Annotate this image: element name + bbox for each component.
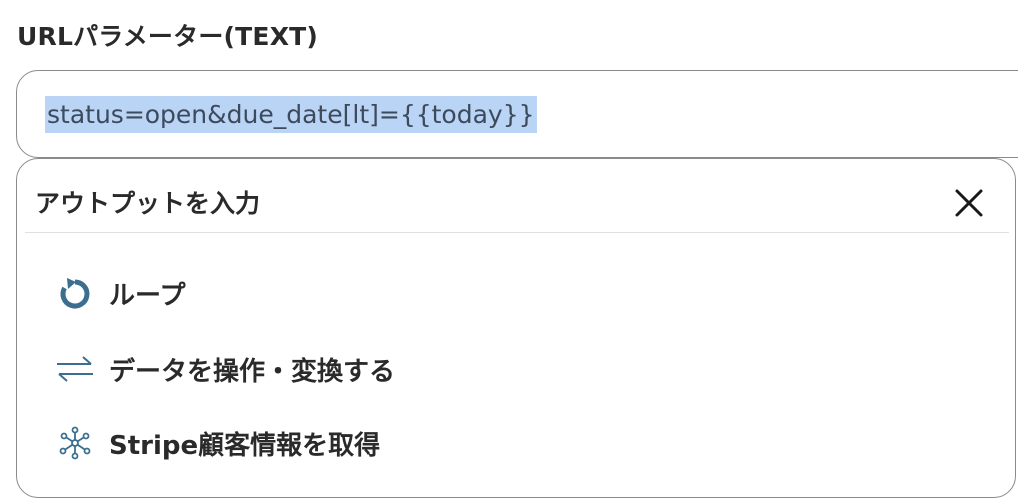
loop-icon (55, 273, 95, 313)
menu-item-label: Stripe顧客情報を取得 (109, 430, 381, 461)
output-panel: アウトプットを入力 ループ データを操作・変換する Stripe顧客情報を取得 (16, 158, 1016, 498)
menu-item-loop[interactable]: ループ (55, 271, 185, 315)
menu-item-transform-data[interactable]: データを操作・変換する (55, 347, 395, 391)
transform-arrows-icon (55, 349, 95, 389)
network-nodes-icon (55, 423, 95, 463)
menu-item-stripe-customer[interactable]: Stripe顧客情報を取得 (55, 421, 380, 465)
close-button[interactable] (951, 185, 987, 221)
url-parameter-input[interactable]: status=open&due_date[lt]={{today}} (16, 70, 1018, 158)
menu-item-label: ループ (109, 280, 186, 311)
panel-divider (25, 232, 1009, 233)
close-icon[interactable] (951, 185, 987, 221)
url-parameter-value[interactable]: status=open&due_date[lt]={{today}} (45, 96, 537, 133)
url-parameter-label: URLパラメーター(TEXT) (17, 22, 319, 51)
panel-title: アウトプットを入力 (35, 189, 261, 218)
menu-item-label: データを操作・変換する (109, 356, 396, 387)
